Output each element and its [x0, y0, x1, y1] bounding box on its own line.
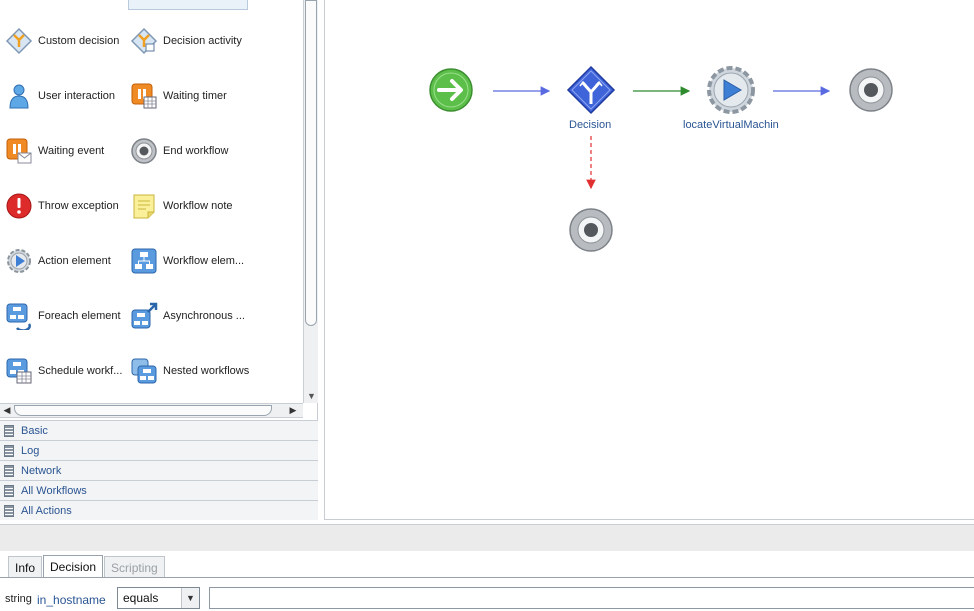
action-node-label: locateVirtualMachin	[683, 119, 779, 131]
operator-value: equals	[123, 591, 159, 605]
category-all-actions[interactable]: All Actions	[0, 500, 318, 520]
palette-selection-highlight	[128, 0, 248, 10]
category-network[interactable]: Network	[0, 460, 318, 480]
horizontal-scroll-thumb[interactable]	[14, 405, 272, 416]
palette-item-waiting-timer[interactable]: Waiting timer	[129, 79, 227, 113]
palette-item-end-workflow[interactable]: End workflow	[129, 134, 228, 168]
asynchronous-workflow-icon	[129, 301, 159, 331]
palette-item-asynchronous-workflow[interactable]: Asynchronous ...	[129, 299, 245, 333]
workflow-note-icon	[129, 191, 159, 221]
parameter-name-link[interactable]: in_hostname	[37, 593, 106, 607]
action-node[interactable]	[707, 66, 755, 114]
palette-item-schedule-workflow[interactable]: Schedule workf...	[4, 354, 122, 388]
decision-node-label: Decision	[569, 119, 612, 131]
throw-exception-icon	[4, 191, 34, 221]
user-interaction-icon	[4, 81, 34, 111]
scroll-right-arrow-icon[interactable]: ▶	[286, 404, 300, 417]
end-node-main[interactable]	[849, 68, 893, 112]
start-node[interactable]	[429, 68, 473, 112]
category-basic[interactable]: Basic	[0, 420, 318, 440]
scroll-down-arrow-icon[interactable]: ▼	[304, 389, 319, 403]
workflow-diagram	[429, 65, 893, 252]
category-list-icon	[4, 484, 14, 497]
parameter-type-label: string	[5, 593, 32, 605]
palette-item-action-element[interactable]: Action element	[4, 244, 111, 278]
palette-item-custom-decision[interactable]: Custom decision	[4, 24, 119, 58]
workflow-element-icon	[129, 246, 159, 276]
chevron-down-icon[interactable]: ▼	[181, 588, 199, 608]
properties-tabs: Info Decision Scripting	[8, 555, 166, 578]
decision-condition-row: string in_hostname equals ▼	[0, 586, 974, 611]
operator-select[interactable]: equals ▼	[117, 587, 200, 609]
schedule-workflow-icon	[4, 356, 34, 386]
palette-horizontal-scrollbar[interactable]: ◀ ▶	[0, 403, 303, 418]
tab-info[interactable]: Info	[8, 556, 43, 578]
tabs-divider	[0, 577, 974, 578]
category-list-icon	[4, 504, 14, 517]
end-workflow-icon	[129, 136, 159, 166]
decision-activity-icon	[129, 26, 159, 56]
waiting-timer-icon	[129, 81, 159, 111]
category-list-icon	[4, 424, 14, 437]
palette-item-nested-workflows[interactable]: Nested workflows	[129, 354, 249, 388]
category-list-icon	[4, 444, 14, 457]
tab-decision[interactable]: Decision	[43, 555, 104, 578]
category-list-icon	[4, 464, 14, 477]
vertical-scroll-thumb[interactable]	[305, 0, 317, 326]
palette-item-waiting-event[interactable]: Waiting event	[4, 134, 104, 168]
category-log[interactable]: Log	[0, 440, 318, 460]
palette-item-foreach-element[interactable]: Foreach element	[4, 299, 121, 333]
comparison-value-input[interactable]	[209, 587, 974, 609]
category-all-workflows[interactable]: All Workflows	[0, 480, 318, 500]
foreach-element-icon	[4, 301, 34, 331]
nested-workflows-icon	[129, 356, 159, 386]
palette-scroll-area: Custom decision Decision activity User i…	[0, 0, 303, 403]
tab-scripting[interactable]: Scripting	[104, 556, 165, 578]
palette-vertical-scrollbar[interactable]: ▼	[303, 0, 318, 403]
waiting-event-icon	[4, 136, 34, 166]
custom-decision-icon	[4, 26, 34, 56]
properties-header-bar	[0, 524, 974, 551]
decision-node[interactable]	[566, 65, 616, 115]
palette-item-workflow-note[interactable]: Workflow note	[129, 189, 233, 223]
palette-item-workflow-element[interactable]: Workflow elem...	[129, 244, 244, 278]
scroll-left-arrow-icon[interactable]: ◀	[0, 404, 14, 417]
workflow-canvas[interactable]: Decision locateVirtualMachin	[324, 0, 974, 520]
palette-panel: Custom decision Decision activity User i…	[0, 0, 318, 520]
palette-item-user-interaction[interactable]: User interaction	[4, 79, 115, 113]
palette-item-decision-activity[interactable]: Decision activity	[129, 24, 242, 58]
action-element-icon	[4, 246, 34, 276]
palette-item-throw-exception[interactable]: Throw exception	[4, 189, 119, 223]
end-node-false-branch[interactable]	[569, 208, 613, 252]
